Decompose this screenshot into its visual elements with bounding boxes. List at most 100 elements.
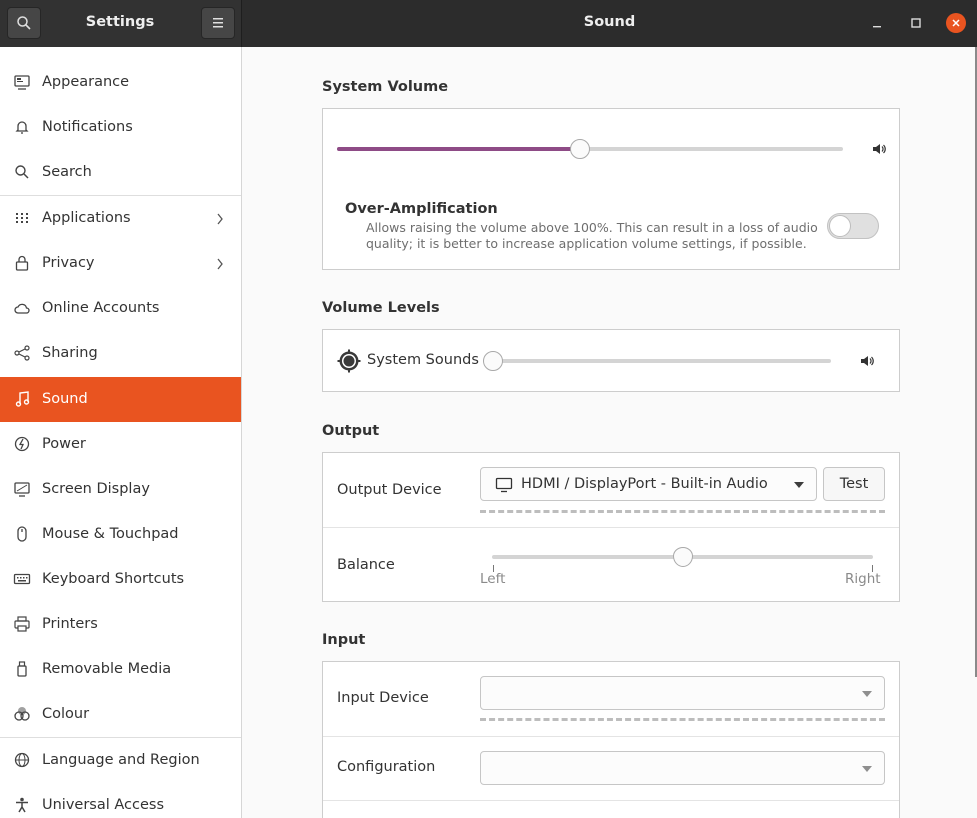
chevron-right-icon	[217, 213, 223, 225]
app-title: Settings	[85, 14, 155, 30]
slider-knob[interactable]	[672, 547, 693, 567]
system-sounds-slider[interactable]	[483, 349, 831, 373]
over-amplification-title: Over-Amplification	[345, 201, 498, 217]
sidebar-item-label: Search	[42, 164, 92, 180]
sidebar-item-label: Universal Access	[42, 797, 165, 813]
sidebar-item-label: Screen Display	[42, 481, 150, 497]
slider-knob[interactable]	[569, 139, 590, 159]
header-bar: Settings Sound	[0, 0, 977, 47]
row-separator	[323, 800, 899, 801]
power-icon	[14, 436, 30, 452]
sidebar-item-privacy[interactable]: Privacy	[0, 241, 241, 286]
balance-slider[interactable]	[492, 545, 873, 569]
sound-settings-page: System Volume Over-Amplification Allows …	[243, 47, 977, 818]
slider-knob[interactable]	[483, 351, 503, 371]
content-header: Sound	[242, 0, 977, 47]
sidebar-item-power[interactable]: Power	[0, 422, 241, 467]
sidebar-item-applications[interactable]: Applications	[0, 196, 241, 241]
slider-track	[483, 359, 831, 363]
hamburger-menu-icon	[213, 18, 223, 28]
section-title-output: Output	[322, 423, 380, 439]
section-title-system-volume: System Volume	[322, 79, 449, 95]
sidebar: Appearance Notifications Search Applicat…	[0, 47, 242, 818]
row-separator	[323, 527, 899, 528]
slider-fill	[337, 147, 580, 151]
sidebar-item-label: Appearance	[42, 74, 130, 90]
sidebar-item-label: Sharing	[42, 345, 98, 361]
configuration-dropdown[interactable]	[480, 751, 885, 785]
volume-levels-panel: System Sounds	[322, 329, 900, 392]
sidebar-item-appearance[interactable]: Appearance	[0, 60, 241, 105]
search-button[interactable]	[7, 7, 41, 39]
search-icon	[17, 16, 31, 30]
output-device-dropdown[interactable]: HDMI / DisplayPort - Built-in Audio	[480, 467, 817, 501]
output-device-label: Output Device	[337, 482, 442, 498]
monitor-icon	[495, 477, 513, 493]
colour-icon	[14, 707, 30, 721]
music-note-icon	[15, 391, 30, 407]
cloud-icon	[14, 303, 30, 314]
sidebar-item-label: Applications	[42, 210, 131, 226]
sidebar-item-language-region[interactable]: Language and Region	[0, 738, 241, 783]
sidebar-item-screen-display[interactable]: Screen Display	[0, 467, 241, 512]
sidebar-item-label: Mouse & Touchpad	[42, 526, 179, 542]
over-amplification-description-1: Allows raising the volume above 100%. Th…	[366, 220, 818, 235]
sidebar-header: Settings	[0, 0, 242, 47]
sidebar-item-printers[interactable]: Printers	[0, 602, 241, 647]
sidebar-item-online-accounts[interactable]: Online Accounts	[0, 286, 241, 331]
globe-icon	[14, 752, 30, 768]
system-volume-slider[interactable]	[337, 137, 843, 161]
chevron-right-icon	[217, 258, 223, 270]
maximize-icon	[911, 18, 921, 28]
over-amplification-description-2: quality; it is better to increase applic…	[366, 236, 807, 251]
system-sounds-gear-icon	[337, 349, 361, 373]
accessibility-icon	[16, 797, 28, 813]
search-icon	[15, 165, 29, 179]
sidebar-item-sound[interactable]: Sound	[0, 377, 241, 422]
close-button[interactable]	[944, 11, 968, 35]
grid-icon	[16, 213, 28, 223]
sidebar-item-search[interactable]: Search	[0, 150, 241, 195]
main-menu-button[interactable]	[201, 7, 235, 39]
input-device-dropdown[interactable]	[480, 676, 885, 710]
sidebar-item-label: Colour	[42, 706, 90, 722]
sidebar-item-label: Privacy	[42, 255, 95, 271]
section-title-volume-levels: Volume Levels	[322, 300, 440, 316]
balance-label: Balance	[337, 557, 395, 573]
keyboard-icon	[13, 573, 31, 585]
share-icon	[14, 345, 30, 361]
sidebar-item-sharing[interactable]: Sharing	[0, 331, 241, 376]
test-button[interactable]: Test	[823, 467, 885, 501]
system-volume-panel: Over-Amplification Allows raising the vo…	[322, 108, 900, 270]
sidebar-item-colour[interactable]: Colour	[0, 692, 241, 737]
speaker-icon	[873, 144, 886, 154]
input-panel: Input Device Configuration	[322, 661, 900, 818]
sidebar-item-removable-media[interactable]: Removable Media	[0, 647, 241, 692]
sidebar-item-label: Keyboard Shortcuts	[42, 571, 185, 587]
sidebar-item-label: Notifications	[42, 119, 133, 135]
mouse-icon	[17, 526, 27, 542]
sidebar-item-mouse-touchpad[interactable]: Mouse & Touchpad	[0, 512, 241, 557]
display-icon	[14, 482, 30, 497]
maximize-button[interactable]	[904, 11, 928, 35]
sidebar-item-label: Removable Media	[42, 661, 172, 677]
balance-right-label: Right	[845, 571, 881, 587]
sidebar-item-notifications[interactable]: Notifications	[0, 105, 241, 150]
balance-left-label: Left	[480, 571, 506, 587]
sidebar-item-label: Printers	[42, 616, 98, 632]
sidebar-item-label: Language and Region	[42, 752, 200, 768]
over-amplification-toggle[interactable]	[827, 213, 879, 239]
sidebar-item-universal-access[interactable]: Universal Access	[0, 783, 241, 818]
minimize-button[interactable]	[865, 11, 889, 35]
appearance-icon	[14, 75, 30, 90]
configuration-label: Configuration	[337, 759, 436, 775]
bell-icon	[15, 121, 29, 134]
sidebar-item-label: Sound	[42, 391, 88, 407]
printer-icon	[14, 616, 30, 632]
sidebar-item-keyboard-shortcuts[interactable]: Keyboard Shortcuts	[0, 557, 241, 602]
section-title-input: Input	[322, 632, 366, 648]
output-device-value: HDMI / DisplayPort - Built-in Audio	[521, 476, 768, 492]
row-separator	[323, 736, 899, 737]
input-level-indicator	[480, 718, 885, 721]
usb-icon	[17, 661, 27, 677]
